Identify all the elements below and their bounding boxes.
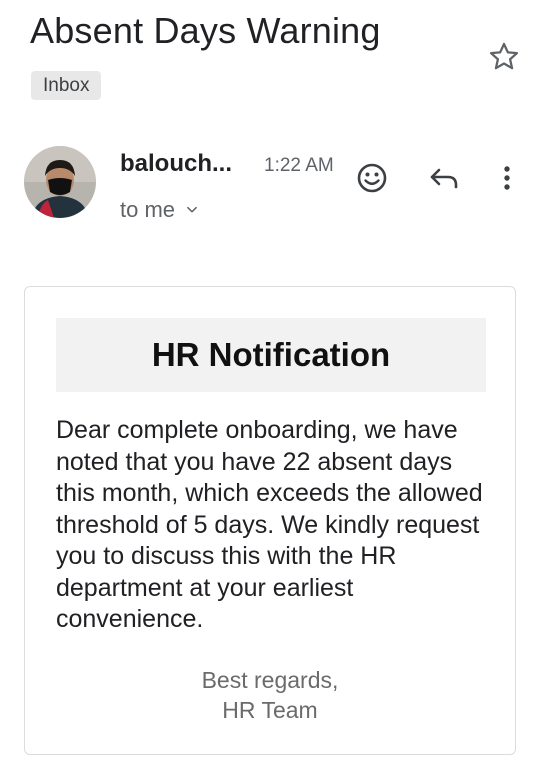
message-card: HR Notification Dear complete onboarding… [24, 286, 516, 755]
card-title: HR Notification [56, 318, 486, 392]
signoff-text: Best regards, [201, 667, 339, 693]
recipient-text: to me [120, 197, 176, 222]
timestamp: 1:22 AM [264, 155, 334, 176]
chevron-down-icon [187, 206, 197, 213]
sender-name[interactable]: balouch... [120, 150, 232, 178]
avatar[interactable] [24, 146, 96, 218]
signature-text: HR Team [222, 697, 318, 723]
email-subject: Absent Days Warning [30, 10, 381, 51]
signoff-block: Best regards, HR Team [25, 665, 515, 725]
email-view: Absent Days Warning Inbox balouch... 1:2… [0, 0, 540, 777]
emoji-reaction-icon[interactable] [352, 158, 392, 198]
inbox-label-chip[interactable]: Inbox [31, 71, 102, 100]
star-icon[interactable] [487, 40, 521, 74]
more-options-icon[interactable] [494, 160, 520, 196]
reply-icon[interactable] [424, 160, 464, 196]
recipient-toggle[interactable]: to me [120, 197, 199, 223]
message-body: Dear complete onboarding, we have noted … [56, 416, 483, 633]
